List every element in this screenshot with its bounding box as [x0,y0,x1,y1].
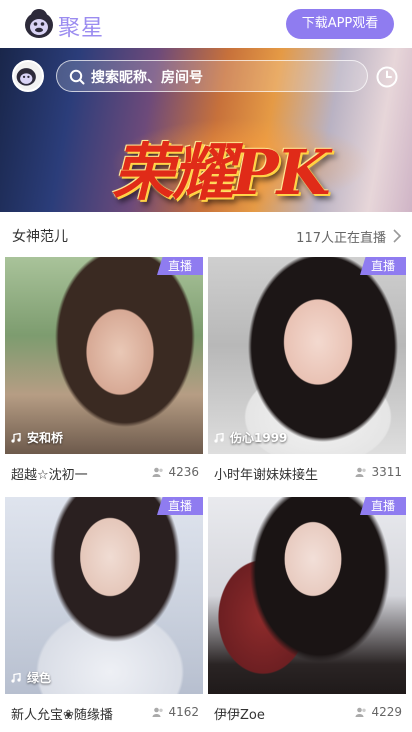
stream-thumbnail[interactable]: 直播 安和桥 [5,257,203,454]
viewer-count: 3311 [355,465,402,479]
live-badge: 直播 [157,257,203,275]
viewer-count-text: 4162 [168,705,199,719]
anchor-name-text: 伤心1999 [230,431,288,445]
person-icon [152,467,164,477]
person-icon [355,707,367,717]
person-icon [152,707,164,717]
anchor-name: 安和桥 [11,429,63,446]
anchor-name-text: 绿色 [27,671,52,685]
live-badge: 直播 [360,257,406,275]
live-count-link[interactable]: 117人正在直播 [296,227,386,246]
music-note-icon [214,433,224,443]
stream-caption: 伊伊Zoe [214,708,265,723]
top-bar: 聚星 下载APP观看 [0,0,412,48]
search-input[interactable]: 搜索昵称、房间号 [56,60,368,92]
gorilla-logo-icon[interactable] [22,6,56,40]
viewer-count: 4229 [355,705,402,719]
anchor-name: 绿色 [11,669,51,686]
viewer-count-text: 3311 [371,465,402,479]
section-title: 女神范儿 [12,229,68,245]
person-icon [355,467,367,477]
anchor-name: 伤心1999 [214,429,287,446]
gorilla-avatar-icon [16,68,36,86]
stream-caption: 超越☆沈初一 [11,468,88,483]
stream-caption: 小时年谢妹妹接生 [214,468,319,483]
live-badge: 直播 [360,497,406,515]
viewer-count: 4162 [152,705,199,719]
history-clock-icon[interactable] [375,65,399,89]
stream-thumbnail[interactable]: 直播 绿色 [5,497,203,694]
brand-name: 聚星 [58,16,105,41]
search-icon [69,69,85,85]
music-note-icon [11,673,21,683]
chevron-right-icon[interactable] [392,229,402,243]
viewer-count: 4236 [152,465,199,479]
stream-thumbnail[interactable]: 直播 伤心1999 [208,257,406,454]
banner-title: 荣耀PK [112,136,331,209]
viewer-count-text: 4236 [168,465,199,479]
user-avatar[interactable] [12,60,44,92]
download-app-button[interactable]: 下载APP观看 [286,9,394,39]
anchor-name-text: 安和桥 [27,431,64,445]
stream-thumbnail[interactable]: 直播 [208,497,406,694]
stream-caption: 新人允宝❀随缘播 [11,708,113,723]
music-note-icon [11,433,21,443]
viewer-count-text: 4229 [371,705,402,719]
search-placeholder: 搜索昵称、房间号 [91,70,203,86]
live-badge: 直播 [157,497,203,515]
